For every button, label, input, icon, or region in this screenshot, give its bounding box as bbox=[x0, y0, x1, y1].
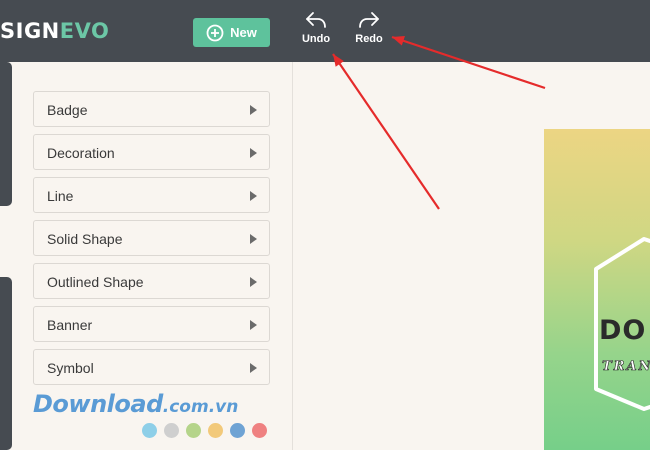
sidebar-item-label: Line bbox=[47, 188, 74, 204]
sidebar-item-banner[interactable]: Banner bbox=[33, 306, 270, 342]
redo-button[interactable]: Redo bbox=[347, 10, 391, 52]
badge-title-text: DO bbox=[599, 315, 647, 346]
sidebar-item-label: Badge bbox=[47, 102, 88, 118]
new-button-label: New bbox=[230, 25, 257, 40]
color-swatch[interactable] bbox=[208, 423, 223, 438]
sidebar-item-label: Banner bbox=[47, 317, 93, 333]
top-toolbar: SIGNEVO New Undo Redo bbox=[0, 0, 650, 62]
chevron-right-icon bbox=[250, 234, 257, 244]
watermark-text: Download bbox=[33, 390, 163, 418]
chevron-right-icon bbox=[250, 148, 257, 158]
sidebar-item-label: Decoration bbox=[47, 145, 115, 161]
color-swatch[interactable] bbox=[142, 423, 157, 438]
sidebar-item-symbol[interactable]: Symbol bbox=[33, 349, 270, 385]
undo-button[interactable]: Undo bbox=[294, 10, 338, 52]
undo-label: Undo bbox=[301, 33, 331, 45]
chevron-right-icon bbox=[250, 363, 257, 373]
chevron-right-icon bbox=[250, 105, 257, 115]
sidebar-item-label: Solid Shape bbox=[47, 231, 123, 247]
plus-circle-icon bbox=[206, 24, 224, 41]
annotation-arrow-line bbox=[332, 53, 440, 210]
side-panel-tab[interactable] bbox=[0, 277, 12, 450]
sidebar-item-badge[interactable]: Badge bbox=[33, 91, 270, 127]
undo-icon bbox=[306, 12, 326, 28]
sidebar-item-solid-shape[interactable]: Solid Shape bbox=[33, 220, 270, 256]
sidebar-item-label: Outlined Shape bbox=[47, 274, 144, 290]
app-logo[interactable]: SIGNEVO bbox=[0, 19, 109, 43]
color-swatch[interactable] bbox=[230, 423, 245, 438]
watermark-logo: Download.com.vn bbox=[33, 390, 238, 418]
sidebar-item-label: Symbol bbox=[47, 360, 94, 376]
design-canvas[interactable]: DO TRAN bbox=[544, 129, 650, 450]
side-panel-tab[interactable] bbox=[0, 62, 12, 206]
sidebar-item-line[interactable]: Line bbox=[33, 177, 270, 213]
color-swatch[interactable] bbox=[252, 423, 267, 438]
color-swatches bbox=[142, 423, 267, 438]
logo-text-evo: EVO bbox=[59, 19, 110, 43]
badge-hexagon-shape bbox=[594, 237, 650, 411]
logo-text-sign: SIGN bbox=[0, 19, 60, 43]
sidebar-item-decoration[interactable]: Decoration bbox=[33, 134, 270, 170]
sidebar-item-outlined-shape[interactable]: Outlined Shape bbox=[33, 263, 270, 299]
chevron-right-icon bbox=[250, 277, 257, 287]
badge-subtitle-text: TRAN bbox=[602, 359, 650, 375]
new-button[interactable]: New bbox=[193, 18, 270, 47]
watermark-domain: .com.vn bbox=[162, 397, 239, 417]
color-swatch[interactable] bbox=[164, 423, 179, 438]
chevron-right-icon bbox=[250, 191, 257, 201]
redo-label: Redo bbox=[355, 33, 383, 45]
redo-icon bbox=[359, 12, 379, 28]
chevron-right-icon bbox=[250, 320, 257, 330]
color-swatch[interactable] bbox=[186, 423, 201, 438]
sidebar-divider bbox=[292, 62, 293, 450]
